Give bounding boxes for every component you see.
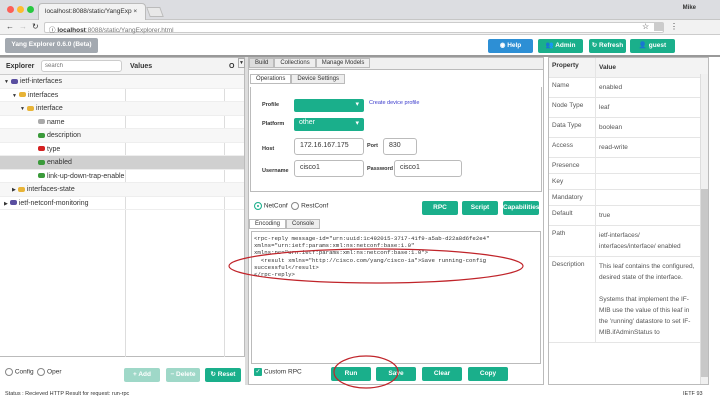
highlight-ellipse-result: [228, 248, 524, 284]
highlight-ellipse-run: [333, 355, 399, 389]
annotation-overlay: [228, 248, 524, 389]
